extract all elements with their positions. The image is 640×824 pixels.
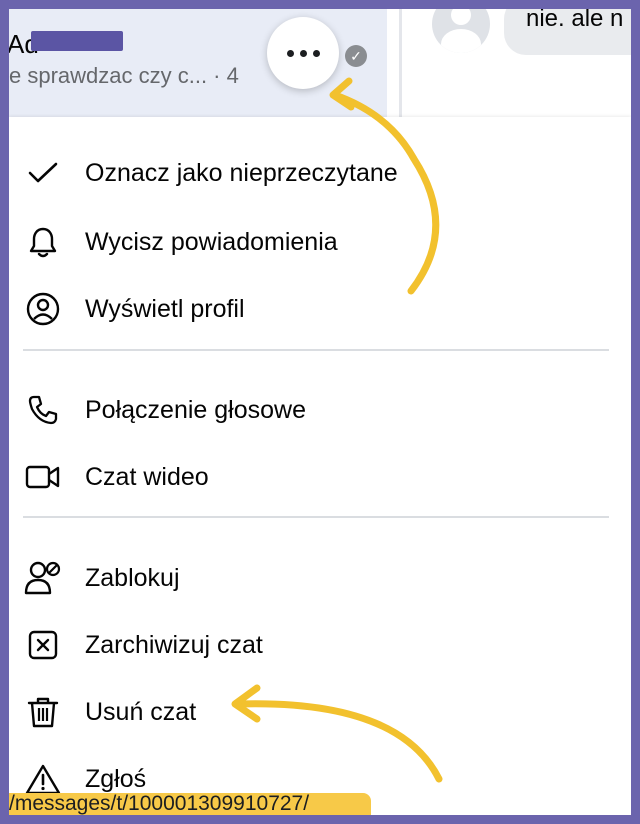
status-url: /messages/t/100001309910727/ <box>9 793 310 815</box>
user-circle-icon <box>23 289 63 329</box>
bell-icon <box>23 222 63 262</box>
archive-x-icon <box>23 625 63 665</box>
menu-item-label: Czat wideo <box>85 462 209 491</box>
ellipsis-dot <box>299 49 307 57</box>
status-url-bar: /messages/t/100001309910727/ <box>9 793 371 815</box>
menu-divider <box>23 516 609 518</box>
chat-preview: e sprawdzac czy c... · 4 <box>9 63 239 88</box>
menu-item-block[interactable]: Zablokuj <box>9 551 609 605</box>
more-options-button[interactable] <box>267 17 339 89</box>
menu-item-video-chat[interactable]: Czat wideo <box>9 450 609 504</box>
chat-list-item[interactable]: Ad e sprawdzac czy c... · 4 ✓ <box>9 9 387 117</box>
menu-divider <box>23 349 609 351</box>
trash-icon <box>23 692 63 732</box>
menu-item-delete-chat[interactable]: Usuń czat <box>9 685 609 739</box>
menu-item-label: Połączenie głosowe <box>85 395 306 424</box>
menu-item-mark-unread[interactable]: Oznacz jako nieprzeczytane <box>9 146 609 200</box>
phone-icon <box>23 390 63 430</box>
chat-context-menu: Oznacz jako nieprzeczytane Wycisz powiad… <box>9 117 631 815</box>
screenshot-frame: Ad e sprawdzac czy c... · 4 ✓ nie. ale n… <box>0 0 640 824</box>
message-bubble: nie. ale n <box>504 9 631 55</box>
menu-item-view-profile[interactable]: Wyświetl profil <box>9 282 609 336</box>
menu-item-label: Usuń czat <box>85 697 197 726</box>
ellipsis-dot <box>312 49 320 57</box>
user-block-icon <box>23 558 63 598</box>
video-camera-icon <box>23 457 63 497</box>
check-icon <box>23 153 63 193</box>
ellipsis-icon <box>286 49 294 57</box>
menu-item-archive[interactable]: Zarchiwizuj czat <box>9 618 609 672</box>
conversation-pane: nie. ale n <box>402 9 631 117</box>
menu-item-label: Zarchiwizuj czat <box>85 630 263 659</box>
app-window: Ad e sprawdzac czy c... · 4 ✓ nie. ale n… <box>9 9 631 815</box>
menu-item-label: Zgłoś <box>85 764 147 793</box>
menu-item-mute[interactable]: Wycisz powiadomienia <box>9 215 609 269</box>
avatar[interactable] <box>432 9 490 53</box>
redaction-bar <box>31 31 123 51</box>
message-text: nie. ale n <box>526 9 624 32</box>
menu-item-label: Zablokuj <box>85 563 180 592</box>
menu-item-label: Oznacz jako nieprzeczytane <box>85 158 398 187</box>
menu-item-label: Wycisz powiadomienia <box>85 227 338 256</box>
check-circle-icon: ✓ <box>345 45 367 67</box>
menu-item-label: Wyświetl profil <box>85 294 245 323</box>
menu-item-voice-call[interactable]: Połączenie głosowe <box>9 383 609 437</box>
